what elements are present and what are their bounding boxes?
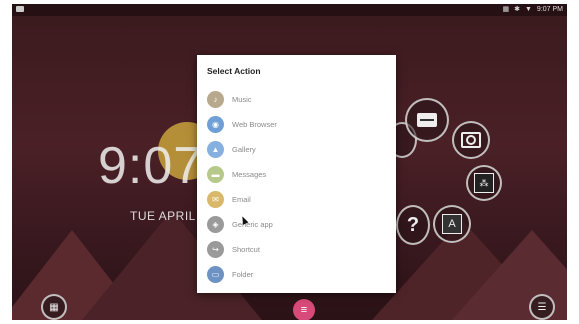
option-shortcut[interactable]: ↪ Shortcut	[207, 239, 260, 259]
globe-icon: ◉	[207, 115, 224, 133]
date-label: TUE APRIL	[130, 209, 196, 223]
select-action-dialog: Select Action ♪ Music ◉ Web Browser ▲ Ga…	[197, 55, 396, 293]
status-time: 9:07 PM	[536, 5, 563, 13]
email-icon: ✉	[207, 190, 224, 208]
option-gallery[interactable]: ▲ Gallery	[207, 139, 256, 159]
option-label: Web Browser	[232, 119, 277, 129]
option-label: Gallery	[232, 144, 256, 154]
dialog-title: Select Action	[207, 66, 261, 76]
option-folder[interactable]: ▭ Folder	[207, 264, 253, 284]
option-web-browser[interactable]: ◉ Web Browser	[207, 114, 277, 134]
help-icon[interactable]: ?	[396, 205, 430, 245]
apps-icon[interactable]: ▦	[41, 294, 67, 320]
option-label: Music	[232, 94, 252, 104]
music-icon: ♪	[207, 90, 224, 108]
menu-icon[interactable]: ≡	[293, 299, 315, 320]
option-label: Email	[232, 194, 251, 204]
option-email[interactable]: ✉ Email	[207, 189, 251, 209]
camera-icon[interactable]	[452, 121, 490, 159]
dropbox-icon[interactable]: ⁂	[466, 165, 502, 201]
option-music[interactable]: ♪ Music	[207, 89, 252, 109]
option-label: Shortcut	[232, 244, 260, 254]
vibrate-icon: ▦	[502, 6, 510, 13]
notification-icon	[16, 6, 24, 12]
status-bar: ▦ ✱ ▼ 9:07 PM	[12, 4, 567, 16]
wifi-icon: ▼	[524, 5, 532, 13]
option-messages[interactable]: ▬ Messages	[207, 164, 266, 184]
messages-icon: ▬	[207, 165, 224, 183]
option-label: Generic app	[232, 219, 273, 229]
font-app-icon[interactable]: A	[433, 205, 471, 243]
android-icon: ◈	[207, 215, 224, 233]
home-screen: ▦ ✱ ▼ 9:07 PM 9:07 TUE APRIL ⁂ ? A ▦ ≡ ☰…	[12, 4, 567, 320]
shortcut-icon: ↪	[207, 240, 224, 258]
bluetooth-icon: ✱	[514, 6, 520, 13]
gallery-icon: ▲	[207, 140, 224, 158]
clock-widget[interactable]: 9:07	[98, 136, 203, 196]
option-label: Messages	[232, 169, 267, 179]
option-label: Folder	[232, 269, 254, 279]
drawer-icon[interactable]	[405, 98, 449, 142]
settings-icon[interactable]: ☰	[529, 294, 555, 320]
folder-icon: ▭	[207, 265, 224, 283]
